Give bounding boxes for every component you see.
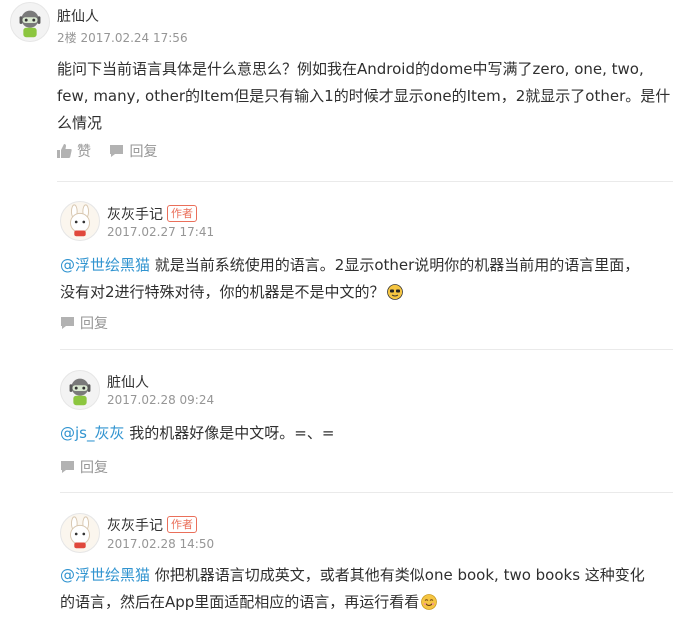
reply-line: @浮世绘黑猫 就是当前系统使用的语言。2显示other说明你的机器当前用的语言里… xyxy=(60,252,675,279)
reply-author[interactable]: 灰灰手记 作者 xyxy=(107,204,197,224)
divider xyxy=(57,181,673,182)
comment-actions: 赞 回复 xyxy=(57,141,171,162)
avatar[interactable] xyxy=(60,513,100,553)
divider xyxy=(60,349,673,350)
reply-text: @浮世绘黑猫 就是当前系统使用的语言。2显示other说明你的机器当前用的语言里… xyxy=(60,252,675,306)
mention-link[interactable]: @浮世绘黑猫 xyxy=(60,256,150,274)
reply-date: 2017.02.28 14:50 xyxy=(107,537,215,551)
comment-line: 能问下当前语言具体是什么意思么？例如我在Android的dome中写满了zero… xyxy=(57,60,644,78)
robot-avatar-icon xyxy=(11,3,49,41)
like-button[interactable]: 赞 xyxy=(57,141,91,161)
comment-line: few, many, other的Item但是只有输入1的时候才显示one的It… xyxy=(57,87,671,105)
reply-bubble-icon xyxy=(61,317,74,329)
reply-label: 回复 xyxy=(129,144,158,160)
reply-line: 没有对2进行特殊对待，你的机器是不是中文的？ xyxy=(60,279,675,306)
robot-avatar-icon xyxy=(61,371,99,409)
reply-label: 回复 xyxy=(80,316,108,332)
divider xyxy=(60,492,673,493)
reply-line: @浮世绘黑猫 你把机器语言切成英文，或者其他有类似one book, two b… xyxy=(60,562,675,589)
smiling-emoji-icon xyxy=(421,594,438,610)
reply-date: 2017.02.28 09:24 xyxy=(107,393,215,407)
floor-number: 2楼 xyxy=(57,31,77,45)
sunglasses-emoji-icon xyxy=(386,284,403,300)
mention-link[interactable]: @js_灰灰 xyxy=(60,424,124,442)
comment-author[interactable]: 脏仙人 xyxy=(57,6,99,26)
reply-actions: 回复 xyxy=(60,313,122,334)
reply-text: @js_灰灰 我的机器好像是中文呀。=、= xyxy=(60,420,675,447)
author-badge: 作者 xyxy=(167,516,197,533)
reply-bubble-icon xyxy=(61,461,74,473)
reply-text-part: 没有对2进行特殊对待，你的机器是不是中文的？ xyxy=(60,283,385,301)
rabbit-avatar-icon xyxy=(61,202,99,240)
reply-author[interactable]: 脏仙人 xyxy=(107,372,149,392)
reply-text-part: 我的机器好像是中文呀。=、= xyxy=(124,424,335,442)
comment-date: 2017.02.24 17:56 xyxy=(80,31,188,45)
reply-button[interactable]: 回复 xyxy=(109,141,157,161)
reply-line: 的语言，然后在App里面适配相应的语言，再运行看看 xyxy=(60,589,675,616)
author-name: 灰灰手记 xyxy=(107,207,163,223)
mention-link[interactable]: @浮世绘黑猫 xyxy=(60,566,150,584)
reply-button[interactable]: 回复 xyxy=(60,457,108,477)
avatar[interactable] xyxy=(60,370,100,410)
reply-text-part: 的语言，然后在App里面适配相应的语言，再运行看看 xyxy=(60,593,420,611)
author-badge: 作者 xyxy=(167,205,197,222)
rabbit-avatar-icon xyxy=(61,514,99,552)
reply-text-part: 就是当前系统使用的语言。2显示other说明你的机器当前用的语言里面， xyxy=(150,256,640,274)
reply-text: @浮世绘黑猫 你把机器语言切成英文，或者其他有类似one book, two b… xyxy=(60,562,675,616)
reply-actions: 回复 xyxy=(60,457,122,478)
avatar[interactable] xyxy=(10,2,50,42)
reply-button[interactable]: 回复 xyxy=(60,313,108,333)
comment-line: 么情况 xyxy=(57,114,103,132)
reply-author[interactable]: 灰灰手记 作者 xyxy=(107,515,197,535)
reply-bubble-icon xyxy=(110,145,124,157)
avatar[interactable] xyxy=(60,201,100,241)
like-label: 赞 xyxy=(77,144,91,160)
comment-meta: 2楼 2017.02.24 17:56 xyxy=(57,29,188,46)
reply-date: 2017.02.27 17:41 xyxy=(107,225,215,239)
author-name: 灰灰手记 xyxy=(107,518,163,534)
reply-label: 回复 xyxy=(80,460,108,476)
thumbs-up-icon xyxy=(57,144,72,158)
reply-text-part: 你把机器语言切成英文，或者其他有类似one book, two books 这种… xyxy=(150,566,645,584)
comment-text: 能问下当前语言具体是什么意思么？例如我在Android的dome中写满了zero… xyxy=(57,56,677,137)
